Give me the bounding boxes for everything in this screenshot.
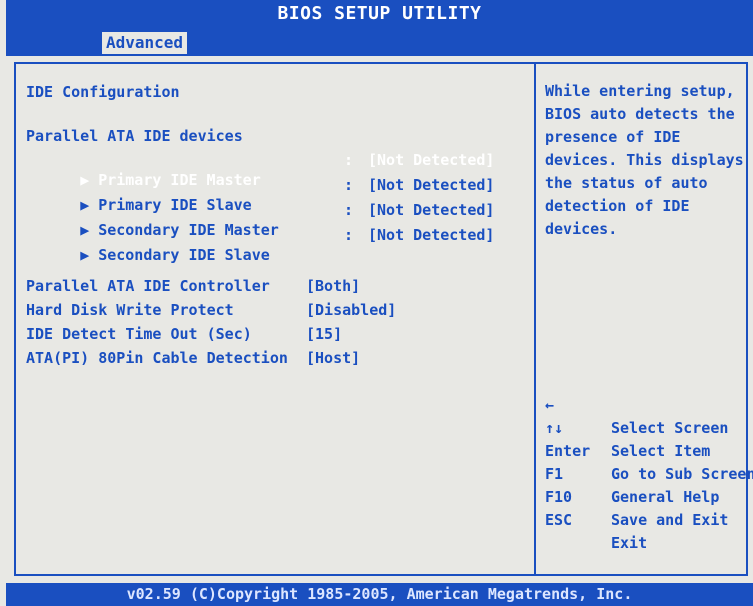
help-text-line: devices. This displays bbox=[545, 151, 744, 169]
legend-action: Exit bbox=[611, 534, 648, 552]
setting-label-detect-timeout[interactable]: IDE Detect Time Out (Sec) bbox=[26, 324, 252, 344]
arrow-right-icon: ▶ bbox=[80, 246, 90, 264]
help-text-line: BIOS auto detects the bbox=[545, 105, 735, 123]
setting-value-ide-controller[interactable]: [Both] bbox=[306, 276, 360, 296]
bios-title: BIOS SETUP UTILITY bbox=[277, 3, 482, 24]
legend-key: ESC bbox=[545, 511, 573, 529]
help-text-line: devices. bbox=[545, 220, 618, 238]
legend-row: ESC Exit bbox=[545, 486, 745, 578]
device-value: [Not Detected] bbox=[368, 176, 495, 194]
device-separator: : bbox=[344, 151, 354, 169]
device-value: [Not Detected] bbox=[368, 201, 495, 219]
setting-label-ide-controller[interactable]: Parallel ATA IDE Controller bbox=[26, 276, 270, 296]
help-text-line: While entering setup, bbox=[545, 82, 735, 100]
section-title: IDE Configuration bbox=[26, 83, 180, 101]
device-value: [Not Detected] bbox=[368, 226, 495, 244]
setting-label-cable-detection[interactable]: ATA(PI) 80Pin Cable Detection bbox=[26, 348, 288, 368]
group-title: Parallel ATA IDE devices bbox=[26, 127, 243, 145]
help-text-line: the status of auto bbox=[545, 174, 708, 192]
help-text-line: detection of IDE bbox=[545, 197, 690, 215]
panel-divider bbox=[534, 64, 536, 574]
title-bar: BIOS SETUP UTILITY Advanced bbox=[6, 0, 753, 56]
setting-value-detect-timeout[interactable]: [15] bbox=[306, 324, 342, 344]
tab-advanced[interactable]: Advanced bbox=[102, 32, 188, 54]
main-frame: IDE Configuration Parallel ATA IDE devic… bbox=[14, 62, 753, 578]
help-text-line: presence of IDE bbox=[545, 128, 681, 146]
device-separator: : bbox=[344, 226, 354, 244]
device-separator: : bbox=[344, 201, 354, 219]
device-separator: : bbox=[344, 176, 354, 194]
status-bar: v02.59 (C)Copyright 1985-2005, American … bbox=[6, 583, 753, 606]
setting-value-write-protect[interactable]: [Disabled] bbox=[306, 300, 396, 320]
device-value: [Not Detected] bbox=[368, 151, 495, 169]
setting-value-cable-detection[interactable]: [Host] bbox=[306, 348, 360, 368]
device-label: Secondary IDE Slave bbox=[98, 246, 270, 264]
setting-label-write-protect[interactable]: Hard Disk Write Protect bbox=[26, 300, 234, 320]
copyright-text: v02.59 (C)Copyright 1985-2005, American … bbox=[126, 585, 633, 603]
